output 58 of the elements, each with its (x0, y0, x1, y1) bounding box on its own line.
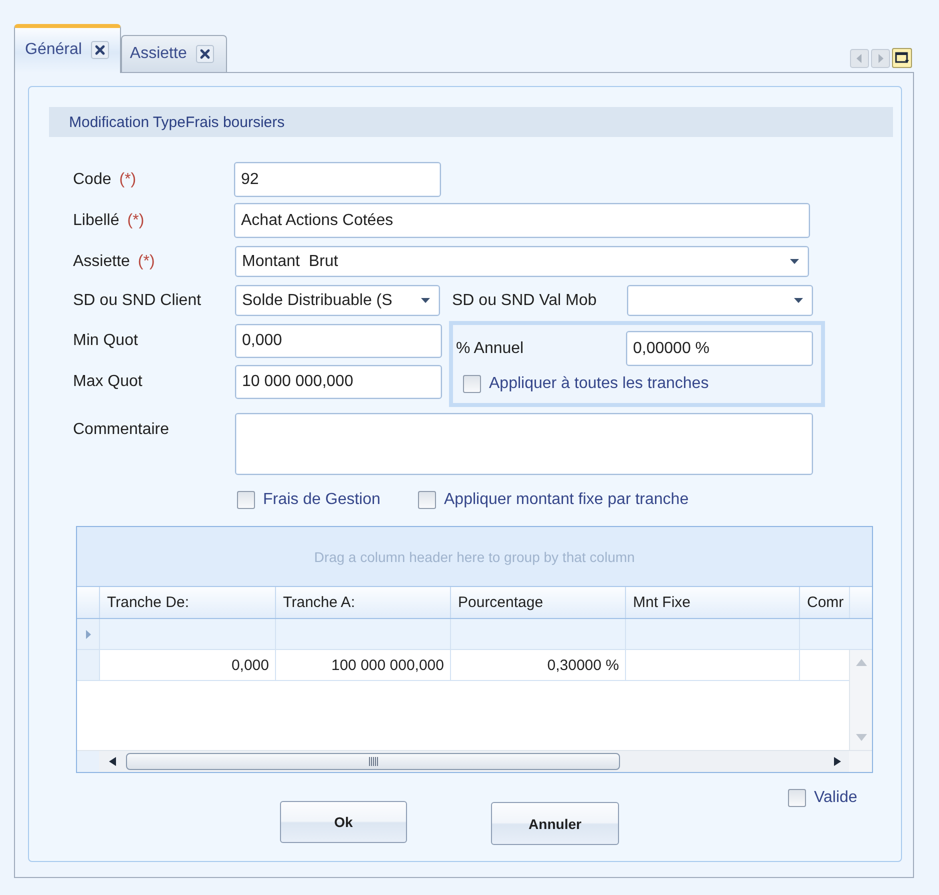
table-cell: 0,30000 % (450, 650, 625, 680)
close-icon[interactable] (90, 40, 109, 58)
table-row[interactable]: 0,000 100 000 000,000 0,30000 % (77, 650, 849, 681)
checkbox-label[interactable]: Appliquer à toutes les tranches (489, 375, 709, 393)
column-header[interactable]: Pourcentage (450, 587, 625, 618)
checkbox[interactable] (237, 491, 255, 509)
checkbox-label[interactable]: Appliquer montant fixe par tranche (444, 491, 689, 509)
field-label: Code (73, 170, 112, 188)
base-dropdown[interactable]: Montant Brut (235, 246, 809, 277)
annual-percent-input[interactable]: 0,00000 % (626, 331, 813, 366)
column-header[interactable]: Mnt Fixe (625, 587, 799, 618)
grip-icon (368, 757, 378, 766)
min-quot-input[interactable]: 0,000 (235, 324, 442, 358)
field-label: Min Quot (73, 332, 138, 350)
field-label: SD ou SND Client (73, 292, 202, 310)
scrollbar-thumb[interactable] (126, 753, 620, 770)
checkbox[interactable] (463, 375, 481, 393)
field-label: Assiette (73, 252, 130, 270)
column-header[interactable]: Comr (799, 587, 849, 618)
dialog-button[interactable]: Annuler (491, 802, 619, 845)
caret-icon[interactable] (790, 259, 799, 264)
checkbox[interactable] (788, 789, 806, 807)
field-label: Libellé (73, 212, 120, 230)
caret-icon[interactable] (794, 298, 803, 303)
dialog-button[interactable]: Ok (280, 801, 407, 843)
scroll-right-icon[interactable] (834, 757, 841, 766)
window-list-icon[interactable] (892, 48, 912, 68)
current-row-icon (86, 630, 90, 638)
required-mark: (*) (119, 170, 136, 188)
scroll-down-icon[interactable] (856, 734, 866, 741)
client-dropdown[interactable]: Solde Distribuable (S (235, 285, 440, 316)
field-label: SD ou SND Val Mob (452, 292, 597, 310)
scroll-up-icon[interactable] (856, 659, 866, 666)
tab[interactable]: Assiette (120, 35, 227, 72)
close-icon[interactable] (196, 45, 214, 63)
horizontal-scrollbar[interactable] (99, 751, 849, 772)
column-header[interactable]: Tranche A: (275, 587, 450, 618)
checkbox-label[interactable]: Frais de Gestion (263, 491, 380, 509)
field-label: Max Quot (73, 373, 142, 391)
tab[interactable]: Général (14, 24, 121, 73)
column-header[interactable]: Tranche De: (99, 587, 275, 618)
field-label: Commentaire (73, 421, 170, 439)
max-quot-input[interactable]: 10 000 000,000 (235, 365, 442, 399)
required-mark: (*) (127, 212, 144, 230)
vertical-scrollbar[interactable] (849, 650, 872, 750)
checkbox[interactable] (418, 491, 436, 509)
table-cell: 0,000 (99, 650, 275, 680)
comment-textarea[interactable] (235, 413, 813, 475)
table-cell: 100 000 000,000 (275, 650, 450, 680)
row-header-corner (77, 751, 99, 772)
label-input[interactable]: Achat Actions Cotées (234, 203, 810, 238)
required-mark: (*) (138, 252, 155, 270)
scroll-left-icon[interactable] (109, 757, 116, 766)
panel-title: Modification TypeFrais boursiers (49, 107, 893, 137)
code-input[interactable]: 92 (234, 162, 441, 197)
checkbox-label[interactable]: Valide (814, 789, 858, 807)
field-label: % Annuel (456, 340, 524, 358)
caret-icon[interactable] (421, 298, 430, 303)
